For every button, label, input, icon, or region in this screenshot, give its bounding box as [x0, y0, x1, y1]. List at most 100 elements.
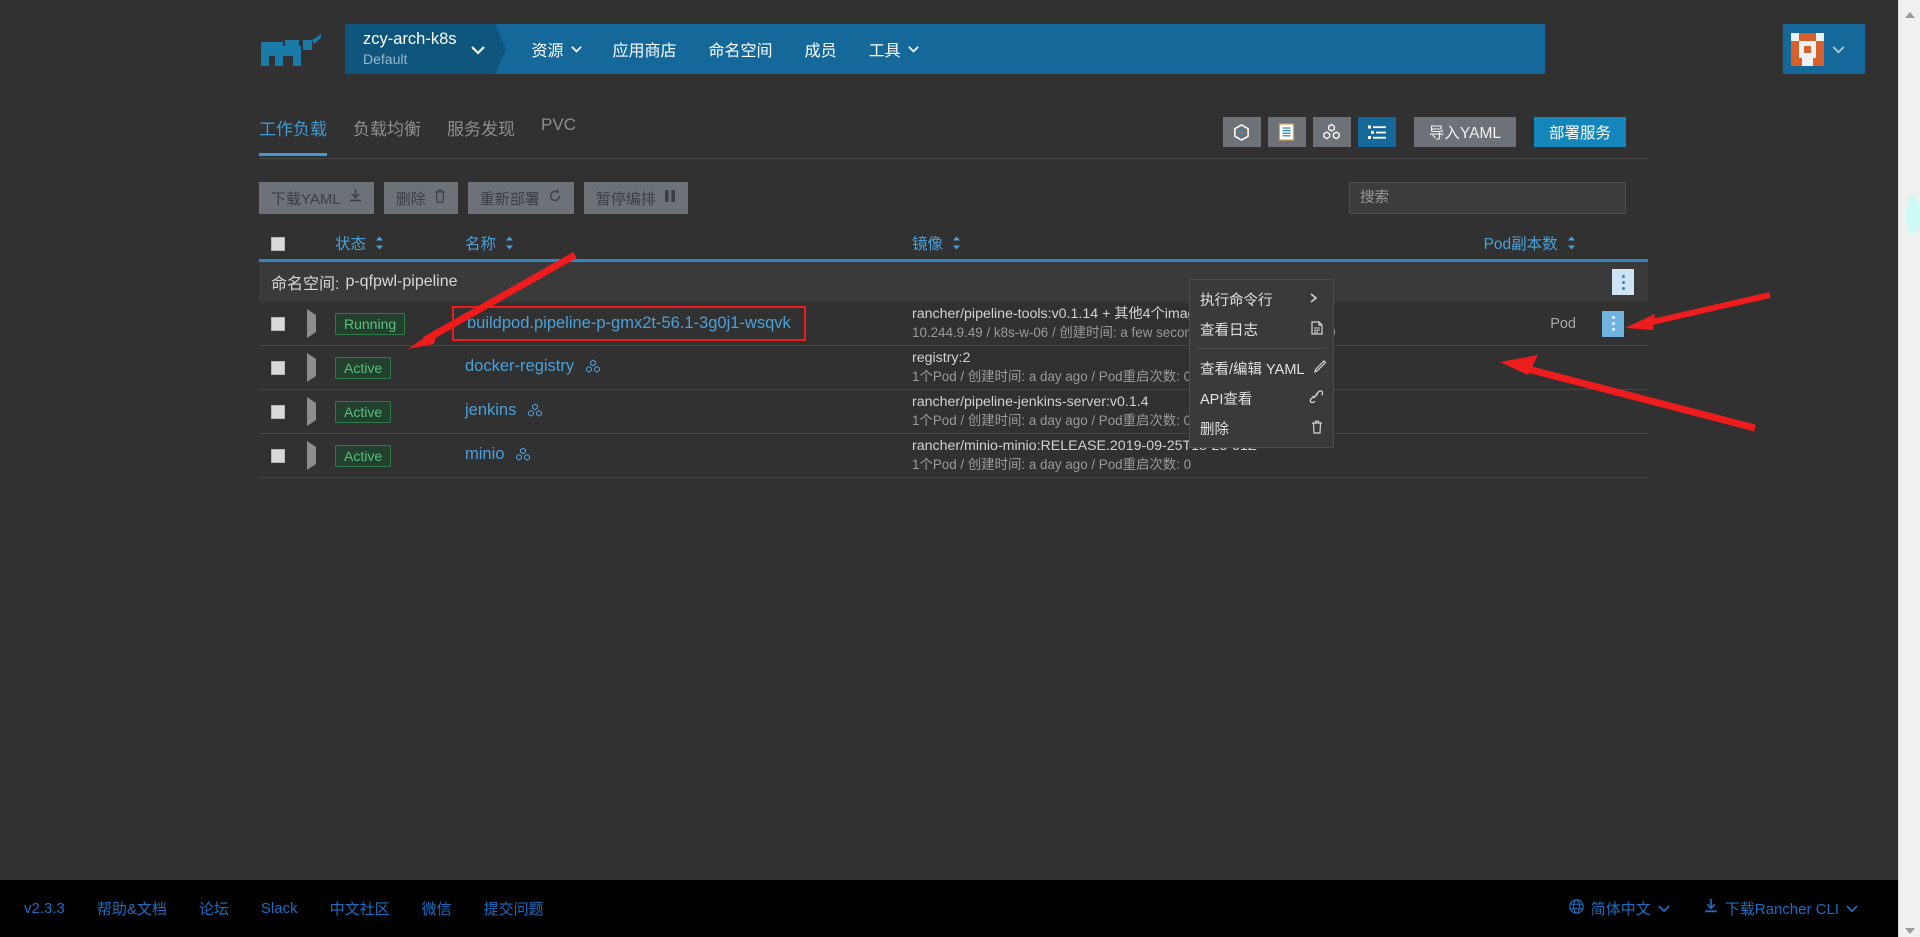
row-expand-cell[interactable] [307, 352, 335, 382]
redeploy-button[interactable]: 重新部署 [467, 182, 574, 214]
workloads-table: 状态 名称 镜像 Pod副本数 命名空间: p-qfpwl-pipeline R… [259, 228, 1648, 478]
table-row[interactable]: Active minio rancher/minio-minio:RELEASE… [259, 434, 1648, 478]
expand-triangle-icon[interactable] [307, 396, 316, 426]
language-label: 简体中文 [1590, 901, 1651, 918]
footer-version[interactable]: v2.3.3 [24, 900, 65, 917]
image-name: rancher/pipeline-jenkins-server:v0.1.4 [912, 393, 1149, 410]
image-details: 1个Pod / 创建时间: a day ago / Pod重启次数: 0 [912, 369, 1192, 385]
table-header-row: 状态 名称 镜像 Pod副本数 [259, 228, 1648, 262]
row-expand-cell[interactable] [307, 308, 335, 338]
pod-group-view-icon[interactable] [1312, 117, 1351, 147]
download-yaml-button[interactable]: 下载YAML [259, 182, 374, 214]
context-menu-separator [1196, 348, 1327, 349]
row-name-cell: minio [465, 445, 912, 467]
image-name: registry:2 [912, 349, 971, 366]
image-name: rancher/pipeline-tools:v0.1.14 + 其他4个ima… [912, 305, 1211, 322]
tab-workloads[interactable]: 工作负载 [259, 115, 327, 156]
footer-link-docs[interactable]: 帮助&文档 [97, 898, 167, 919]
nav-item-members[interactable]: 成员 [789, 24, 853, 74]
select-all-checkbox[interactable] [271, 236, 285, 251]
row-select-cell [259, 360, 307, 375]
column-header-scale[interactable]: Pod副本数 [1442, 232, 1602, 254]
row-checkbox[interactable] [271, 360, 285, 375]
pencil-icon [1314, 360, 1327, 376]
nav-item-namespaces[interactable]: 命名空间 [693, 24, 789, 74]
expand-triangle-icon[interactable] [307, 440, 316, 470]
import-yaml-button[interactable]: 导入YAML [1413, 117, 1516, 147]
table-row[interactable]: Running buildpod.pipeline-p-gmx2t-56.1-3… [259, 302, 1648, 346]
trash-icon [1311, 420, 1323, 437]
row-select-cell [259, 404, 307, 419]
row-name-cell: docker-registry [465, 357, 912, 379]
footer-link-chinese-community[interactable]: 中文社区 [330, 898, 390, 919]
workload-name-link[interactable]: buildpod.pipeline-p-gmx2t-56.1-3g0j1-wsq… [452, 306, 806, 341]
namespace-actions-menu[interactable] [1612, 269, 1634, 295]
nav-item-label: 应用商店 [612, 43, 677, 60]
search-input[interactable] [1349, 182, 1626, 214]
user-menu[interactable] [1783, 24, 1865, 74]
workload-name-link[interactable]: docker-registry [465, 357, 574, 375]
trash-icon [434, 189, 446, 207]
status-badge: Active [335, 356, 392, 379]
nav-item-tools[interactable]: 工具 [853, 24, 934, 74]
nav-item-label: 成员 [804, 43, 837, 60]
download-cli-selector[interactable]: 下载Rancher CLI [1704, 898, 1858, 919]
row-expand-cell[interactable] [307, 440, 335, 470]
scroll-down-arrow-icon[interactable] [1904, 922, 1916, 934]
deploy-service-button[interactable]: 部署服务 [1533, 117, 1626, 147]
footer-link-slack[interactable]: Slack [261, 900, 298, 917]
page-footer: v2.3.3 帮助&文档 论坛 Slack 中文社区 微信 提交问题 简体中文 [0, 880, 1898, 937]
column-header-image[interactable]: 镜像 [912, 232, 1442, 254]
footer-link-file-issue[interactable]: 提交问题 [484, 898, 544, 919]
context-menu-item-api-view[interactable]: API查看 [1190, 383, 1333, 413]
row-name-cell: jenkins [465, 401, 912, 423]
nav-item-app-store[interactable]: 应用商店 [597, 24, 693, 74]
nav-item-label: 工具 [868, 43, 901, 60]
tab-service-discovery[interactable]: 服务发现 [447, 115, 515, 153]
tab-pvc[interactable]: PVC [541, 115, 576, 148]
expand-triangle-icon[interactable] [307, 352, 316, 382]
row-state-cell: Active [335, 444, 465, 467]
rancher-cow-logo[interactable] [259, 32, 327, 70]
context-menu-item-execute-shell[interactable]: 执行命令行 [1190, 284, 1333, 314]
row-expand-cell[interactable] [307, 396, 335, 426]
column-header-name[interactable]: 名称 [465, 232, 912, 254]
delete-button[interactable]: 删除 [383, 182, 458, 214]
list-view-icon[interactable] [1267, 117, 1306, 147]
pause-icon [664, 189, 676, 207]
table-row[interactable]: Active jenkins rancher/pipeline-jenkins-… [259, 390, 1648, 434]
tab-load-balancing[interactable]: 负载均衡 [353, 115, 421, 153]
app-shell: zcy-arch-k8s Default 资源 应用商店 命名空间 成员 工具 … [0, 0, 1898, 937]
cluster-view-icon[interactable] [1222, 117, 1261, 147]
column-label: 状态 [335, 236, 367, 254]
context-menu-item-delete[interactable]: 删除 [1190, 413, 1333, 443]
chevron-down-icon [1832, 46, 1845, 54]
sort-icon [375, 236, 384, 255]
expand-triangle-icon[interactable] [307, 308, 316, 338]
sort-icon [1567, 236, 1576, 255]
pause-orchestration-button[interactable]: 暂停编排 [583, 182, 688, 214]
action-label: 重新部署 [479, 190, 540, 208]
status-badge: Running [335, 312, 406, 335]
scroll-up-arrow-icon[interactable] [1904, 6, 1916, 18]
context-menu-item-edit-yaml[interactable]: 查看/编辑 YAML [1190, 353, 1333, 383]
context-menu-item-view-logs[interactable]: 查看日志 [1190, 314, 1333, 344]
language-selector[interactable]: 简体中文 [1569, 898, 1670, 919]
row-image-cell: rancher/pipeline-jenkins-server:v0.1.4 1… [912, 393, 1442, 430]
column-header-state[interactable]: 状态 [335, 232, 465, 254]
row-actions-menu[interactable] [1602, 310, 1624, 337]
vertical-scrollbar[interactable] [1898, 0, 1920, 937]
footer-link-forum[interactable]: 论坛 [199, 898, 229, 919]
nav-item-resources[interactable]: 资源 [516, 24, 597, 74]
namespace-label: 命名空间: [271, 276, 340, 293]
row-checkbox[interactable] [271, 316, 285, 331]
table-row[interactable]: Active docker-registry registry:2 1个Pod … [259, 346, 1648, 390]
workload-name-link[interactable]: jenkins [465, 401, 516, 419]
footer-link-wechat[interactable]: 微信 [422, 898, 452, 919]
workload-name-link[interactable]: minio [465, 445, 504, 463]
row-checkbox[interactable] [271, 448, 285, 463]
row-menu-cell [1602, 310, 1648, 337]
detail-list-view-icon[interactable] [1357, 117, 1396, 147]
project-selector[interactable]: zcy-arch-k8s Default [345, 24, 495, 74]
row-checkbox[interactable] [271, 404, 285, 419]
